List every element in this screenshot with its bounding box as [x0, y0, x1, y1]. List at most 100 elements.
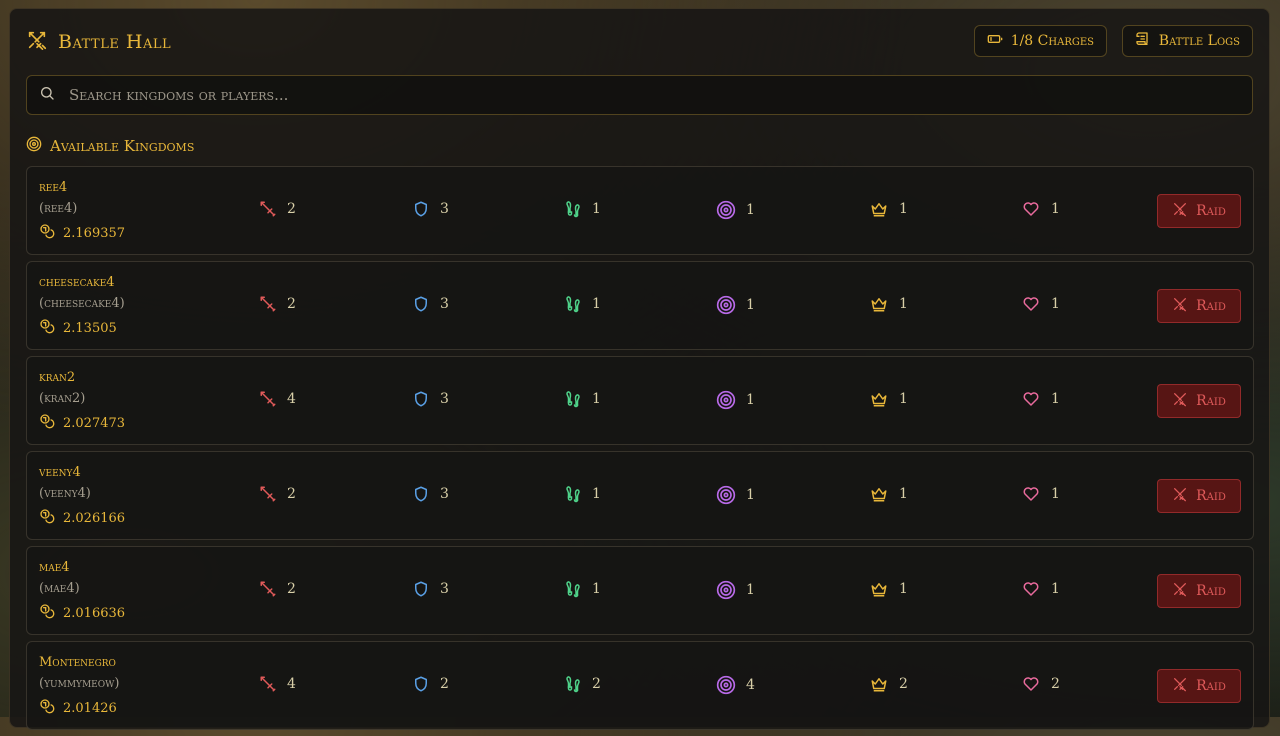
raid-button[interactable]: Raid — [1157, 479, 1241, 513]
shield-icon — [412, 200, 430, 218]
crossed-swords-icon — [26, 29, 48, 55]
heart-icon — [1021, 485, 1041, 503]
player-name: (kran2) — [39, 391, 86, 406]
stat-health-value: 1 — [1051, 486, 1060, 502]
stat-leadership-value: 1 — [899, 201, 908, 217]
stat-speed-value: 1 — [592, 391, 601, 407]
stat-leadership-value: 1 — [899, 581, 908, 597]
kingdom-value-text: 2.026166 — [63, 510, 126, 526]
footprints-icon — [564, 675, 582, 693]
stat-defense: 2 — [412, 675, 449, 693]
raid-button[interactable]: Raid — [1157, 669, 1241, 703]
crown-icon — [869, 295, 889, 313]
scroll-icon — [1135, 31, 1151, 51]
kingdom-row: ree4 (ree4) 2.169357 2 3 1 1 1 1 Raid — [26, 166, 1254, 255]
search-icon — [39, 85, 55, 105]
stat-health-value: 2 — [1051, 676, 1060, 692]
crown-icon — [869, 580, 889, 598]
sword-icon — [259, 390, 277, 408]
stat-leadership: 2 — [869, 675, 908, 693]
stat-accuracy: 1 — [716, 390, 755, 410]
target-icon — [716, 485, 736, 505]
stat-leadership: 1 — [869, 390, 908, 408]
raid-button[interactable]: Raid — [1157, 384, 1241, 418]
stat-attack-value: 2 — [287, 486, 296, 502]
sword-icon — [259, 580, 277, 598]
stat-accuracy-value: 1 — [746, 202, 755, 218]
crown-icon — [869, 485, 889, 503]
stat-defense: 3 — [412, 200, 449, 218]
heart-icon — [1021, 675, 1041, 693]
heart-icon — [1021, 390, 1041, 408]
player-name: (mae4) — [39, 581, 80, 596]
battle-logs-label: Battle Logs — [1158, 33, 1240, 49]
footprints-icon — [564, 200, 582, 218]
stat-speed: 1 — [564, 580, 601, 598]
heart-icon — [1021, 295, 1041, 313]
page-title-text: Battle Hall — [58, 31, 172, 53]
stat-speed-value: 1 — [592, 581, 601, 597]
shield-icon — [412, 295, 430, 313]
stat-health-value: 1 — [1051, 391, 1060, 407]
sword-icon — [259, 295, 277, 313]
shield-icon — [412, 485, 430, 503]
stat-attack-value: 4 — [287, 676, 296, 692]
raid-label: Raid — [1196, 488, 1226, 504]
stat-accuracy: 1 — [716, 200, 755, 220]
stat-leadership-value: 1 — [899, 391, 908, 407]
kingdom-row: cheesecake4 (cheesecake4) 2.13505 2 3 1 1 1 1 Rai… — [26, 261, 1254, 350]
player-name: (veeny4) — [39, 486, 91, 501]
crossed-swords-icon — [1172, 391, 1188, 411]
kingdom-value-text: 2.169357 — [63, 225, 126, 241]
shield-icon — [412, 580, 430, 598]
header: Battle Hall 1/8 Charges Battle Logs — [26, 25, 1253, 63]
kingdom-name: ree4 — [39, 180, 68, 195]
stat-defense-value: 3 — [440, 486, 449, 502]
shield-icon — [412, 390, 430, 408]
target-icon — [716, 295, 736, 315]
stat-speed-value: 1 — [592, 296, 601, 312]
raid-label: Raid — [1196, 678, 1226, 694]
raid-label: Raid — [1196, 583, 1226, 599]
footprints-icon — [564, 390, 582, 408]
stat-leadership-value: 2 — [899, 676, 908, 692]
section-title: Available Kingdoms — [50, 137, 195, 155]
stat-attack: 2 — [259, 485, 296, 503]
stat-speed: 1 — [564, 390, 601, 408]
kingdom-value: 2.016636 — [39, 603, 125, 623]
stat-speed: 1 — [564, 295, 601, 313]
crossed-swords-icon — [1172, 676, 1188, 696]
crown-icon — [869, 390, 889, 408]
raid-label: Raid — [1196, 203, 1226, 219]
stat-defense-value: 3 — [440, 581, 449, 597]
stat-speed: 1 — [564, 200, 601, 218]
stat-defense-value: 3 — [440, 201, 449, 217]
stat-attack-value: 2 — [287, 581, 296, 597]
kingdom-name: mae4 — [39, 560, 70, 575]
heart-icon — [1021, 580, 1041, 598]
raid-button[interactable]: Raid — [1157, 574, 1241, 608]
player-name: (yummymeow) — [39, 676, 120, 691]
footprints-icon — [564, 580, 582, 598]
stat-attack-value: 2 — [287, 296, 296, 312]
stat-speed-value: 1 — [592, 201, 601, 217]
stat-leadership: 1 — [869, 580, 908, 598]
stat-health: 2 — [1021, 675, 1060, 693]
raid-label: Raid — [1196, 393, 1226, 409]
sword-icon — [259, 675, 277, 693]
target-icon — [26, 136, 42, 156]
charges-button[interactable]: 1/8 Charges — [973, 25, 1107, 57]
stat-accuracy-value: 4 — [746, 677, 755, 693]
kingdom-row: veeny4 (veeny4) 2.026166 2 3 1 1 1 1 Raid — [26, 451, 1254, 540]
stat-attack: 2 — [259, 200, 296, 218]
target-icon — [716, 675, 736, 695]
battle-logs-button[interactable]: Battle Logs — [1121, 25, 1253, 57]
raid-button[interactable]: Raid — [1157, 289, 1241, 323]
stat-leadership-value: 1 — [899, 486, 908, 502]
kingdom-value-text: 2.13505 — [63, 320, 117, 336]
stat-health: 1 — [1021, 200, 1060, 218]
coins-icon — [39, 698, 55, 718]
search-input[interactable] — [67, 85, 1240, 105]
raid-button[interactable]: Raid — [1157, 194, 1241, 228]
stat-defense: 3 — [412, 485, 449, 503]
